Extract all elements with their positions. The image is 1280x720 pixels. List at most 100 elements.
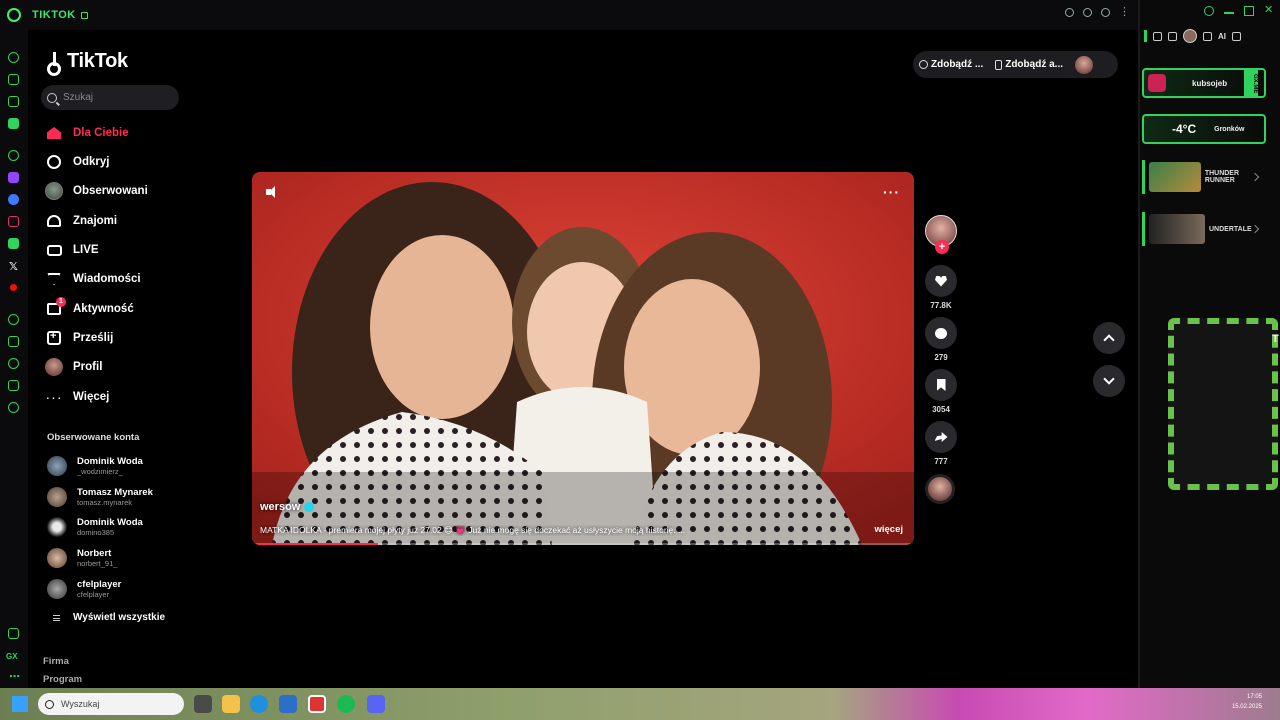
- creator-avatar-button[interactable]: +: [925, 215, 957, 254]
- followed-account[interactable]: Norbert norbert_91_: [47, 545, 117, 571]
- followed-account[interactable]: Dominik Woda domino385: [47, 514, 143, 540]
- video-author[interactable]: wersow: [260, 501, 315, 513]
- gx-player-icon[interactable]: [8, 118, 19, 129]
- nav-explore[interactable]: Odkryj: [45, 151, 109, 173]
- weather-widget[interactable]: -4°C Gronków: [1142, 114, 1266, 144]
- like-button[interactable]: 77.8K: [925, 265, 957, 310]
- search-input[interactable]: [63, 92, 173, 103]
- sound-icon[interactable]: [266, 186, 278, 198]
- next-video-button[interactable]: [1093, 365, 1125, 397]
- gx-text-icon[interactable]: GX: [6, 652, 18, 661]
- nav-live[interactable]: LIVE: [45, 239, 99, 261]
- heart-icon: [925, 265, 957, 297]
- get-coins-label: Zdobądź ...: [931, 59, 984, 70]
- settings-icon[interactable]: [8, 402, 19, 413]
- menu-icon[interactable]: [1232, 31, 1241, 41]
- video-player[interactable]: ··· wersow MATKA IDOLKA - premiera mojej…: [252, 172, 914, 545]
- share-button[interactable]: 777: [925, 421, 957, 466]
- chevron-down-icon: [1103, 373, 1115, 385]
- get-app-button[interactable]: Zdobądź a...: [989, 59, 1069, 70]
- nav-more[interactable]: ··· Więcej: [45, 386, 110, 408]
- tiktok-sidebar-icon[interactable]: [8, 238, 19, 249]
- avatar: [47, 456, 67, 476]
- gx-control-icon[interactable]: [8, 628, 19, 639]
- taskbar-search[interactable]: Wyszukaj: [38, 693, 184, 715]
- shield-icon[interactable]: [1065, 8, 1074, 17]
- nav-for-you[interactable]: Dla Ciebie: [45, 122, 129, 144]
- video-options-icon[interactable]: ···: [883, 184, 900, 200]
- account-name: Dominik Woda: [77, 517, 143, 528]
- video-progress-bar[interactable]: [252, 543, 914, 545]
- nav-activity[interactable]: 1 Aktywność: [45, 297, 134, 320]
- save-button[interactable]: 3054: [925, 369, 957, 414]
- nav-upload[interactable]: Prześlij: [45, 327, 113, 349]
- edge-icon[interactable]: [250, 695, 268, 713]
- nav-profile[interactable]: Profil: [45, 356, 102, 378]
- footer-program-link[interactable]: Program: [43, 674, 82, 685]
- opera-gx-taskbar-icon[interactable]: [308, 695, 326, 713]
- extensions-icon[interactable]: [8, 380, 19, 391]
- footer-company-link[interactable]: Firma: [43, 656, 69, 667]
- taskbar-date[interactable]: 15.02.2025: [1232, 704, 1262, 710]
- youtube-icon[interactable]: [10, 284, 17, 291]
- nav-friends[interactable]: Znajomi: [45, 210, 117, 232]
- show-all-button[interactable]: Wyświetl wszystkie: [53, 612, 165, 623]
- follow-plus-icon[interactable]: +: [935, 240, 949, 254]
- file-explorer-icon[interactable]: [222, 695, 240, 713]
- previous-video-button[interactable]: [1093, 322, 1125, 354]
- lock-icon[interactable]: [80, 11, 88, 19]
- spotify-icon[interactable]: [337, 695, 355, 713]
- tiktok-note-icon: [47, 51, 63, 76]
- minimize-icon[interactable]: [1224, 12, 1234, 14]
- gx-store-icon[interactable]: [8, 74, 19, 85]
- menu-dots-icon[interactable]: ⋮: [1119, 7, 1130, 18]
- followed-account[interactable]: Dominik Woda _wodzimierz_: [47, 453, 143, 479]
- game-card[interactable]: UNDERTALE: [1142, 212, 1266, 246]
- tab-title[interactable]: TIKTOK: [32, 9, 76, 21]
- opera-gx-logo-icon[interactable]: [7, 8, 21, 22]
- pin-icon[interactable]: [1101, 8, 1110, 17]
- store-icon[interactable]: [279, 695, 297, 713]
- tiktok-logo[interactable]: TikTok: [47, 50, 128, 76]
- search-box[interactable]: [41, 85, 179, 110]
- close-icon[interactable]: ✕: [1264, 5, 1274, 16]
- adblock-icon[interactable]: [1153, 31, 1162, 41]
- reload-icon[interactable]: [1083, 8, 1092, 17]
- nav-following[interactable]: Obserwowani: [45, 180, 148, 202]
- twitch-icon[interactable]: [8, 172, 19, 183]
- gx-corner-icon[interactable]: [8, 96, 19, 107]
- ai-button[interactable]: AI: [1218, 32, 1226, 41]
- taskbar-time[interactable]: 17:05: [1247, 694, 1262, 700]
- chevron-right-icon[interactable]: [1250, 224, 1260, 234]
- messenger-icon[interactable]: [8, 194, 19, 205]
- bookmarks-icon[interactable]: [8, 336, 19, 347]
- comment-button[interactable]: 279: [925, 317, 957, 362]
- snapshot-icon[interactable]: [1168, 31, 1177, 41]
- sidebar-more-icon[interactable]: ⋯: [9, 670, 20, 683]
- search-icon[interactable]: [1204, 6, 1214, 16]
- instagram-icon[interactable]: [8, 216, 19, 227]
- tiktok-wordmark: TikTok: [67, 50, 128, 72]
- discord-icon[interactable]: [367, 695, 385, 713]
- gx-me-badge[interactable]: GX.ME: [1244, 70, 1258, 98]
- maximize-icon[interactable]: [1244, 6, 1254, 16]
- download-icon[interactable]: [1203, 31, 1212, 41]
- chatgpt-icon[interactable]: [8, 150, 19, 161]
- game-card[interactable]: THUNDER RUNNER: [1142, 160, 1266, 194]
- windows-start-icon[interactable]: [12, 696, 28, 712]
- nav-messages[interactable]: Wiadomości: [45, 268, 141, 290]
- caption-more-button[interactable]: więcej: [874, 524, 903, 535]
- followed-account[interactable]: cfelplayer cfelplayer: [47, 576, 121, 602]
- profile-avatar[interactable]: [1183, 29, 1197, 43]
- user-avatar[interactable]: [1075, 55, 1093, 74]
- history-icon[interactable]: [8, 314, 19, 325]
- x-twitter-icon[interactable]: 𝕏: [9, 260, 18, 273]
- account-name: Dominik Woda: [77, 456, 143, 467]
- task-view-icon[interactable]: [194, 695, 212, 713]
- speed-dial-icon[interactable]: [8, 52, 19, 63]
- get-coins-button[interactable]: Zdobądź ...: [913, 59, 989, 70]
- music-disc-button[interactable]: [925, 474, 957, 504]
- home-icon: [45, 124, 63, 142]
- followed-account[interactable]: Tomasz Mynarek tomasz.mynarek: [47, 484, 153, 510]
- clock-icon[interactable]: [8, 358, 19, 369]
